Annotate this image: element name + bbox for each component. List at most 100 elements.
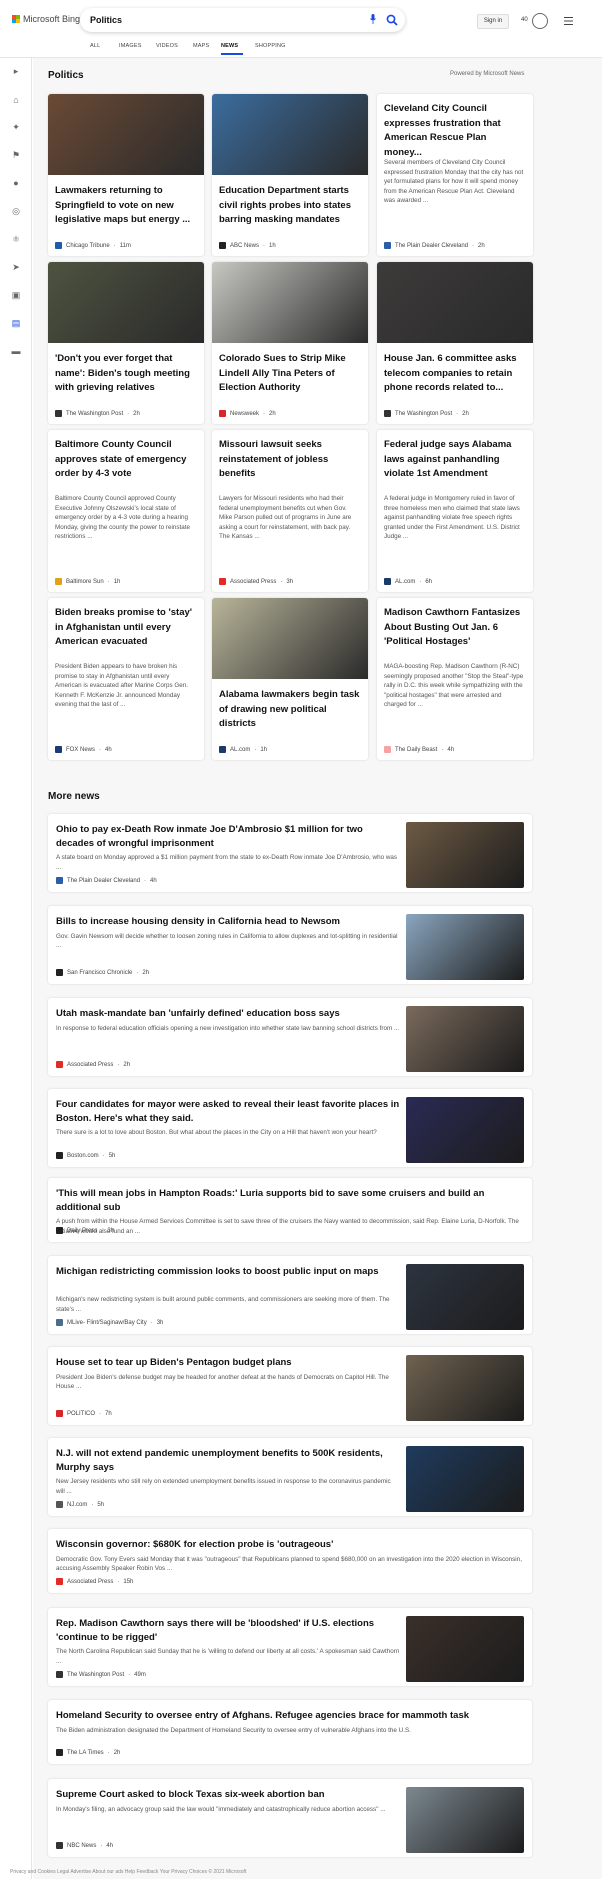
more-news-title[interactable]: Michigan redistricting commission looks … [56,1265,401,1279]
sports-icon[interactable]: ✦ [10,121,22,133]
news-card-image[interactable] [212,598,368,679]
more-news-item[interactable]: House set to tear up Biden's Pentagon bu… [48,1347,532,1425]
more-news-item[interactable]: Bills to increase housing density in Cal… [48,906,532,984]
more-news-source[interactable]: The Washington Post · 49m [56,1671,146,1678]
more-news-item[interactable]: 'This will mean jobs in Hampton Roads:' … [48,1178,532,1242]
tab-news[interactable]: NEWS [221,41,243,55]
more-news-item[interactable]: Utah mask-mandate ban 'unfairly defined'… [48,998,532,1076]
more-news-item[interactable]: Rep. Madison Cawthorn says there will be… [48,1608,532,1686]
more-news-thumbnail[interactable] [406,1006,524,1072]
news-card[interactable]: 'Don't you ever forget that name': Biden… [48,262,204,424]
politics-icon[interactable]: ▤ [10,317,22,329]
news-card[interactable]: Biden breaks promise to 'stay' in Afghan… [48,598,204,760]
home-icon[interactable]: ⌂ [10,94,22,106]
news-card[interactable]: Missouri lawsuit seeks reinstatement of … [212,430,368,592]
news-card-source[interactable]: Associated Press · 3h [219,578,293,585]
news-card-source[interactable]: AL.com · 1h [219,746,267,753]
news-card-source[interactable]: Baltimore Sun · 1h [55,578,120,585]
more-news-source[interactable]: MLive- Flint/Saginaw/Bay City · 3h [56,1319,163,1326]
more-news-item[interactable]: Ohio to pay ex-Death Row inmate Joe D'Am… [48,814,532,892]
more-news-item[interactable]: Wisconsin governor: $680K for election p… [48,1529,532,1593]
news-card[interactable]: Education Department starts civil rights… [212,94,368,256]
more-news-thumbnail[interactable] [406,822,524,888]
more-news-source[interactable]: Associated Press · 15h [56,1578,133,1585]
news-card[interactable]: Baltimore County Council approves state … [48,430,204,592]
news-card-image[interactable] [48,94,204,175]
more-news-item[interactable]: Homeland Security to oversee entry of Af… [48,1700,532,1764]
more-news-source[interactable]: POLITICO · 7h [56,1410,112,1417]
more-news-title[interactable]: Utah mask-mandate ban 'unfairly defined'… [56,1007,401,1021]
science-icon[interactable]: ⚛ [10,233,22,245]
more-news-source[interactable]: The LA Times · 2h [56,1749,120,1756]
news-card-title[interactable]: Madison Cawthorn Fantasizes About Bustin… [384,606,526,650]
entertainment-icon[interactable]: ▣ [10,289,22,301]
news-card-title[interactable]: House Jan. 6 committee asks telecom comp… [384,352,526,396]
money-icon[interactable]: ▬ [10,345,22,357]
tab-images[interactable]: IMAGES [119,41,156,55]
news-card[interactable]: Federal judge says Alabama laws against … [377,430,533,592]
more-news-thumbnail[interactable] [406,1264,524,1330]
news-card-title[interactable]: Baltimore County Council approves state … [55,438,197,482]
news-card[interactable]: Alabama lawmakers begin task of drawing … [212,598,368,760]
news-card-image[interactable] [212,262,368,343]
more-news-source[interactable]: The Plain Dealer Cleveland · 4h [56,877,157,884]
more-news-item[interactable]: Supreme Court asked to block Texas six-w… [48,1779,532,1857]
more-news-title[interactable]: Rep. Madison Cawthorn says there will be… [56,1617,401,1644]
more-news-source[interactable]: Associated Press · 2h [56,1061,130,1068]
news-card-image[interactable] [48,262,204,343]
more-news-source[interactable]: NJ.com · 5h [56,1501,104,1508]
more-news-thumbnail[interactable] [406,914,524,980]
news-card-source[interactable]: Newsweek · 2h [219,410,276,417]
news-card-title[interactable]: Alabama lawmakers begin task of drawing … [219,688,361,732]
rewards-icon[interactable] [532,13,548,29]
news-card[interactable]: Lawmakers returning to Springfield to vo… [48,94,204,256]
news-card[interactable]: Madison Cawthorn Fantasizes About Bustin… [377,598,533,760]
more-news-thumbnail[interactable] [406,1787,524,1853]
tab-shopping[interactable]: SHOPPING [255,41,295,55]
news-card-source[interactable]: ABC News · 1h [219,242,276,249]
menu-icon[interactable] [564,17,573,25]
more-news-thumbnail[interactable] [406,1355,524,1421]
more-news-title[interactable]: N.J. will not extend pandemic unemployme… [56,1447,401,1474]
news-card-image[interactable] [212,94,368,175]
more-news-title[interactable]: Supreme Court asked to block Texas six-w… [56,1788,401,1802]
tab-all[interactable]: ALL [90,41,119,55]
more-news-title[interactable]: Ohio to pay ex-Death Row inmate Joe D'Am… [56,823,401,850]
news-card-title[interactable]: Federal judge says Alabama laws against … [384,438,526,482]
news-card-title[interactable]: Education Department starts civil rights… [219,184,361,228]
more-news-title[interactable]: Four candidates for mayor were asked to … [56,1098,401,1125]
more-news-item[interactable]: N.J. will not extend pandemic unemployme… [48,1438,532,1516]
more-news-source[interactable]: NBC News · 4h [56,1842,113,1849]
news-card-source[interactable]: The Daily Beast · 4h [384,746,454,753]
news-card-source[interactable]: The Plain Dealer Cleveland · 2h [384,242,485,249]
news-card-title[interactable]: Missouri lawsuit seeks reinstatement of … [219,438,361,482]
more-news-thumbnail[interactable] [406,1616,524,1682]
search-input[interactable] [90,13,340,27]
news-card-source[interactable]: Chicago Tribune · 11m [55,242,131,249]
more-news-title[interactable]: 'This will mean jobs in Hampton Roads:' … [56,1187,524,1214]
location-icon[interactable]: ● [10,177,22,189]
news-card-source[interactable]: The Washington Post · 2h [384,410,469,417]
globe-icon[interactable]: ◎ [10,205,22,217]
tab-videos[interactable]: VIDEOS [156,41,193,55]
news-card-source[interactable]: The Washington Post · 2h [55,410,140,417]
more-news-title[interactable]: Homeland Security to oversee entry of Af… [56,1709,524,1723]
search-icon[interactable] [386,14,398,26]
more-news-thumbnail[interactable] [406,1097,524,1163]
news-card-title[interactable]: 'Don't you ever forget that name': Biden… [55,352,197,396]
flag-icon[interactable]: ⚑ [10,149,22,161]
more-news-title[interactable]: Wisconsin governor: $680K for election p… [56,1538,524,1552]
news-card-title[interactable]: Colorado Sues to Strip Mike Lindell Ally… [219,352,361,396]
news-card[interactable]: House Jan. 6 committee asks telecom comp… [377,262,533,424]
sign-in-button[interactable]: Sign in [477,14,509,29]
more-news-item[interactable]: Michigan redistricting commission looks … [48,1256,532,1334]
more-news-source[interactable]: Boston.com · 5h [56,1152,115,1159]
more-news-item[interactable]: Four candidates for mayor were asked to … [48,1089,532,1167]
more-news-thumbnail[interactable] [406,1446,524,1512]
news-card[interactable]: Cleveland City Council expresses frustra… [377,94,533,256]
tab-maps[interactable]: MAPS [193,41,221,55]
more-news-source[interactable]: San Francisco Chronicle · 2h [56,969,149,976]
news-card-title[interactable]: Biden breaks promise to 'stay' in Afghan… [55,606,197,650]
more-news-source[interactable]: Daily Press · 3h [56,1227,114,1234]
news-card-title[interactable]: Lawmakers returning to Springfield to vo… [55,184,197,228]
